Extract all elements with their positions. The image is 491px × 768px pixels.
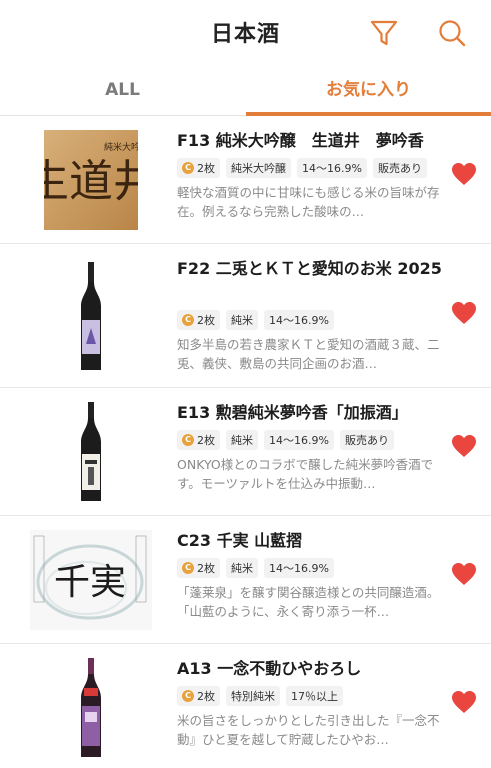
filter-icon[interactable] — [369, 18, 399, 48]
list-item[interactable]: 千実 C23 千実 山藍摺 C 2枚 純米 14〜16.9% 「蓬莱泉」を醸す関谷… — [0, 516, 491, 644]
item-description: 知多半島の若き農家ＫＴと愛知の酒蔵３蔵、二兎、義侠、敷島の共同企画のお酒… — [177, 337, 440, 371]
tab-favorites[interactable]: お気に入り — [246, 70, 491, 116]
tag-row: C 2枚 特別純米 17％以上 — [177, 686, 343, 706]
item-description: 米の旨さをしっかりとした引き出した『一念不動』ひと夏を越して貯蔵したひやお… — [177, 713, 440, 747]
favorite-heart-icon[interactable] — [451, 434, 477, 458]
tab-bar: ALL お気に入り — [0, 70, 491, 116]
app-header: 日本酒 — [0, 0, 491, 70]
favorite-heart-icon[interactable] — [451, 301, 477, 325]
ticket-count-tag: C 2枚 — [177, 158, 220, 178]
svg-text:生道井: 生道井 — [44, 156, 138, 207]
ticket-count-tag: C 2枚 — [177, 686, 220, 706]
item-description: 「蓬莱泉」を醸す関谷醸造様との共同醸造酒。「山藍のように、永く寄り添う一杯… — [177, 585, 440, 619]
category-tag: 純米大吟醸 — [226, 158, 291, 178]
list-item[interactable]: A13 一念不動ひやおろし C 2枚 特別純米 17％以上 米の旨さをしっかりとし… — [0, 644, 491, 768]
ticket-count-tag: C 2枚 — [177, 558, 220, 578]
abv-tag: 14〜16.9% — [297, 158, 367, 178]
item-description: ONKYO様とのコラボで醸した純米夢吟香酒です。モーツァルトを仕込み中振動… — [177, 457, 434, 491]
ticket-count-tag: C 2枚 — [177, 310, 220, 330]
favorite-heart-icon[interactable] — [451, 162, 477, 186]
abv-tag: 14〜16.9% — [264, 558, 334, 578]
sake-list: 生道井 純米大吟醸 F13 純米大吟醸 生道井 夢吟香 C2枚 純米大吟醸 14… — [0, 116, 491, 768]
tag-row: C 2枚 純米 14〜16.9% 販売あり — [177, 430, 394, 450]
abv-tag: 17％以上 — [286, 686, 343, 706]
category-tag: 純米 — [226, 430, 258, 450]
item-name: A13 一念不動ひやおろし — [177, 659, 362, 678]
coin-icon: C — [182, 434, 194, 446]
item-name: F22 二兎とＫＴと愛知のお米 2025 — [177, 259, 442, 278]
sale-tag: 販売あり — [339, 430, 394, 450]
abv-tag: 14〜16.9% — [264, 430, 334, 450]
tag-row: C 2枚 純米大吟醸 14〜16.9% 販売あり — [177, 158, 427, 178]
tab-all[interactable]: ALL — [0, 70, 245, 116]
item-name: C23 千実 山藍摺 — [177, 531, 303, 550]
search-icon[interactable] — [437, 18, 467, 48]
coin-icon: C — [182, 690, 194, 702]
category-tag: 特別純米 — [226, 686, 280, 706]
svg-text:千実: 千実 — [54, 562, 126, 603]
item-name: F13 純米大吟醸 生道井 夢吟香 — [177, 131, 424, 150]
item-name: E13 勲碧純米夢吟香「加振酒」 — [177, 403, 408, 422]
product-image: 千実 — [30, 530, 152, 630]
ticket-count-tag: C 2枚 — [177, 430, 220, 450]
sale-tag: 販売あり — [372, 158, 427, 178]
category-tag: 純米 — [226, 310, 258, 330]
tag-row: C 2枚 純米 14〜16.9% — [177, 558, 334, 578]
favorite-heart-icon[interactable] — [451, 690, 477, 714]
svg-text:純米大吟醸: 純米大吟醸 — [104, 141, 138, 153]
favorite-heart-icon[interactable] — [451, 562, 477, 586]
list-item[interactable]: 生道井 純米大吟醸 F13 純米大吟醸 生道井 夢吟香 C2枚 純米大吟醸 14… — [0, 116, 491, 244]
coin-icon: C — [182, 562, 194, 574]
item-description: 軽快な酒質の中に甘味にも感じる米の旨味が存在。例えるなら完熟した酸味の… — [177, 185, 440, 219]
product-image: 生道井 純米大吟醸 — [44, 130, 138, 230]
tag-row: C 2枚 純米 14〜16.9% — [177, 310, 334, 330]
list-item[interactable]: E13 勲碧純米夢吟香「加振酒」 C 2枚 純米 14〜16.9% 販売あり ON… — [0, 388, 491, 516]
category-tag: 純米 — [226, 558, 258, 578]
coin-icon: C — [182, 314, 194, 326]
list-item[interactable]: F22 二兎とＫＴと愛知のお米 2025 C 2枚 純米 14〜16.9% 知多半… — [0, 244, 491, 388]
product-image — [44, 658, 138, 758]
coin-icon: C — [182, 162, 194, 174]
page-title: 日本酒 — [210, 22, 280, 47]
abv-tag: 14〜16.9% — [264, 310, 334, 330]
product-image — [44, 402, 138, 502]
product-image — [44, 262, 138, 372]
